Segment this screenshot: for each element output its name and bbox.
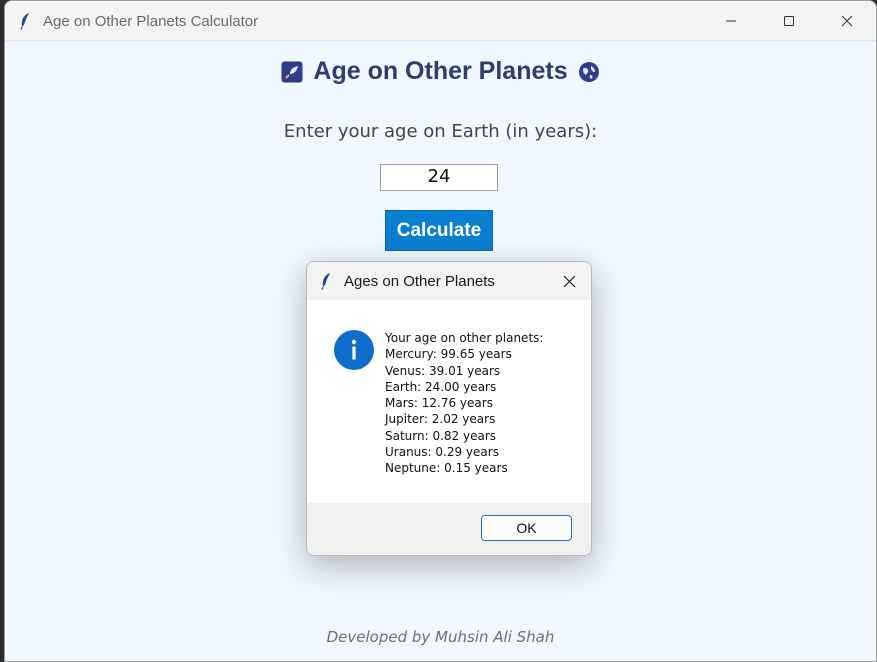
message-line: Saturn: 0.82 years	[385, 428, 497, 443]
maximize-button[interactable]	[760, 1, 818, 41]
window-title: Age on Other Planets Calculator	[43, 12, 259, 30]
header-row: Age on Other Planets	[5, 57, 876, 86]
close-icon	[563, 275, 575, 287]
page-title: Age on Other Planets	[313, 57, 568, 85]
close-icon	[841, 15, 853, 27]
feather-icon	[19, 12, 33, 30]
minimize-button[interactable]	[702, 1, 760, 41]
ok-button[interactable]: OK	[481, 515, 572, 541]
message-line: Uranus: 0.29 years	[385, 445, 499, 460]
globe-emoji-icon	[578, 61, 600, 83]
close-button[interactable]	[818, 1, 876, 41]
window-titlebar[interactable]: Age on Other Planets Calculator	[5, 1, 876, 41]
message-line: Mercury: 99.65 years	[385, 347, 512, 362]
rocket-emoji-icon	[281, 61, 303, 83]
dialog-close-button[interactable]	[547, 262, 591, 300]
ages-dialog: Ages on Other Planets Your age on other …	[306, 261, 592, 556]
message-line: Mars: 12.76 years	[385, 396, 493, 411]
message-line: Jupiter: 2.02 years	[385, 412, 496, 427]
message-line: Neptune: 0.15 years	[385, 461, 508, 476]
dialog-message: Your age on other planets: Mercury: 99.6…	[385, 330, 543, 477]
dialog-body: Your age on other planets: Mercury: 99.6…	[307, 300, 591, 505]
maximize-icon	[784, 16, 794, 26]
dialog-footer: OK	[307, 503, 591, 555]
feather-icon	[320, 272, 334, 290]
dialog-titlebar[interactable]: Ages on Other Planets	[307, 262, 591, 300]
message-line: Your age on other planets:	[385, 331, 544, 345]
calculate-button[interactable]: Calculate	[385, 210, 493, 251]
dialog-title: Ages on Other Planets	[344, 272, 495, 290]
message-line: Venus: 39.01 years	[385, 363, 501, 378]
developer-credit: Developed by Muhsin Ali Shah	[326, 628, 555, 646]
age-prompt-label: Enter your age on Earth (in years):	[283, 121, 598, 142]
minimize-icon	[726, 20, 736, 22]
age-input[interactable]: 24	[380, 164, 498, 191]
message-line: Earth: 24.00 years	[385, 379, 497, 394]
info-icon	[334, 330, 374, 370]
